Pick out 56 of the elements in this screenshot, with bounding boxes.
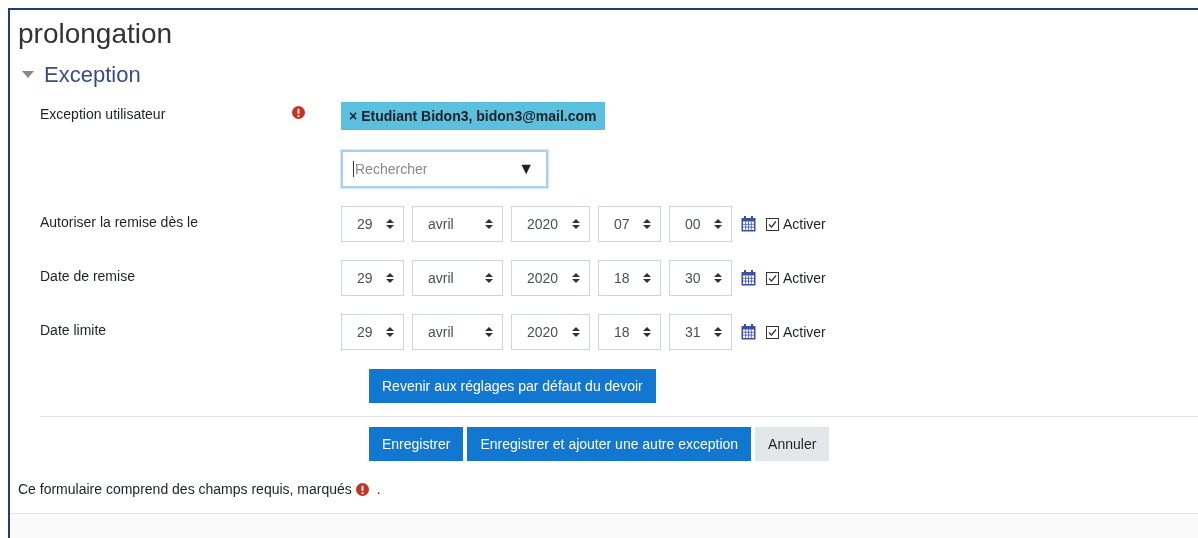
- section-title[interactable]: Exception: [44, 62, 141, 88]
- save-button[interactable]: Enregistrer: [369, 427, 464, 461]
- dropdown-select[interactable]: 2020: [511, 206, 590, 242]
- dropdown-select[interactable]: 29: [341, 206, 404, 242]
- checkbox-label: Activer: [783, 270, 826, 286]
- spinner-arrows-icon: [386, 327, 394, 337]
- calendar-icon[interactable]: [741, 270, 756, 286]
- field-label: Date limite: [39, 321, 108, 338]
- calendar-icon[interactable]: [741, 324, 756, 340]
- dropdown-select[interactable]: 30: [669, 260, 732, 296]
- spinner-arrows-icon: [386, 219, 394, 229]
- field-label: Autoriser la remise dès le: [39, 213, 199, 230]
- dropdown-select[interactable]: 2020: [511, 314, 590, 350]
- dropdown-select[interactable]: 00: [669, 206, 732, 242]
- save-button[interactable]: Enregistrer et ajouter une autre exception: [467, 427, 752, 461]
- cancel-button[interactable]: Annuler: [755, 427, 830, 461]
- selected-user-tag[interactable]: × Etudiant Bidon3, bidon3@mail.com: [341, 102, 605, 130]
- spinner-arrows-icon: [572, 327, 580, 337]
- required-icon: [292, 106, 305, 119]
- dropdown-select[interactable]: 29: [341, 314, 404, 350]
- dropdown-select[interactable]: 2020: [511, 260, 590, 296]
- checkbox[interactable]: [766, 217, 779, 231]
- field-label: Date de remise: [39, 267, 136, 284]
- page-title: prolongation: [18, 18, 174, 51]
- checkbox-label: Activer: [783, 216, 826, 232]
- spinner-arrows-icon: [572, 273, 580, 283]
- spinner-arrows-icon: [485, 273, 493, 283]
- spinner-arrows-icon: [714, 273, 722, 283]
- field-label: Exception utilisateur: [39, 105, 167, 122]
- checkbox[interactable]: [766, 271, 779, 285]
- spinner-arrows-icon: [386, 273, 394, 283]
- dropdown-select[interactable]: avril: [412, 260, 503, 296]
- dropdown-select[interactable]: avril: [412, 206, 503, 242]
- spinner-arrows-icon: [643, 219, 651, 229]
- spinner-arrows-icon: [714, 327, 722, 337]
- dropdown-select[interactable]: 29: [341, 260, 404, 296]
- spinner-arrows-icon: [485, 327, 493, 337]
- dropdown-select[interactable]: 18: [598, 260, 661, 296]
- dropdown-select[interactable]: 18: [598, 314, 661, 350]
- dropdown-select[interactable]: 07: [598, 206, 661, 242]
- note-period: .: [375, 481, 381, 497]
- spinner-arrows-icon: [643, 273, 651, 283]
- spinner-arrows-icon: [572, 219, 580, 229]
- dropdown-select[interactable]: 31: [669, 314, 732, 350]
- checkbox[interactable]: [766, 325, 779, 339]
- search-field[interactable]: Rechercher ▼: [341, 150, 548, 188]
- spinner-arrows-icon: [485, 219, 493, 229]
- spinner-arrows-icon: [714, 219, 722, 229]
- calendar-icon[interactable]: [741, 216, 756, 232]
- reset-defaults-button[interactable]: Revenir aux réglages par défaut du devoir: [369, 369, 656, 403]
- collapse-icon[interactable]: [22, 71, 34, 79]
- checkbox-label: Activer: [783, 324, 826, 340]
- required-icon: [355, 482, 369, 496]
- spinner-arrows-icon: [643, 327, 651, 337]
- dropdown-select[interactable]: avril: [412, 314, 503, 350]
- required-note: Ce formulaire comprend des champs requis, marqués: [18, 481, 352, 497]
